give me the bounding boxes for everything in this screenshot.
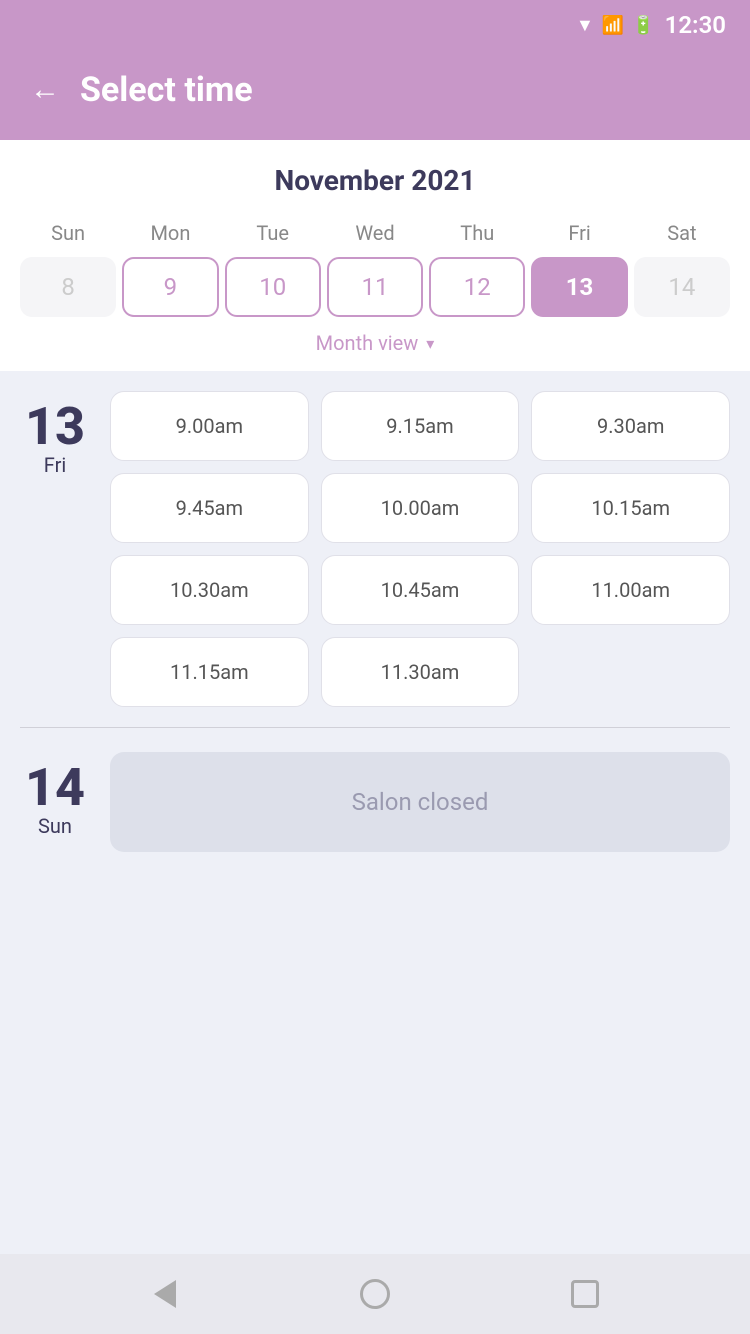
month-view-label: Month view <box>316 331 419 355</box>
status-bar: ▼ 📶 🔋 12:30 <box>0 0 750 50</box>
recents-nav-icon <box>571 1280 599 1308</box>
battery-icon: 🔋 <box>632 15 654 36</box>
time-slot-900am[interactable]: 9.00am <box>110 391 309 461</box>
nav-home-button[interactable] <box>350 1269 400 1319</box>
day-name-14: Sun <box>38 814 72 838</box>
day-label-13: 13 Fri <box>20 391 90 707</box>
bottom-nav <box>0 1254 750 1334</box>
wifi-icon: ▼ <box>576 15 594 36</box>
day-cell-11[interactable]: 11 <box>327 257 423 317</box>
day-header-sun: Sun <box>20 215 116 251</box>
time-section: 13 Fri 9.00am 9.15am 9.30am 9.45am 10.00… <box>0 371 750 1254</box>
calendar-section: November 2021 Sun Mon Tue Wed Thu Fri Sa… <box>0 140 750 371</box>
month-view-toggle[interactable]: Month view ▾ <box>20 331 730 355</box>
day-cell-13[interactable]: 13 <box>531 257 627 317</box>
calendar-grid: Sun Mon Tue Wed Thu Fri Sat 8 9 10 11 12… <box>20 215 730 317</box>
day-header-sat: Sat <box>634 215 730 251</box>
home-nav-icon <box>360 1279 390 1309</box>
month-year-title: November 2021 <box>20 164 730 197</box>
day-number-14: 14 <box>25 762 85 814</box>
time-slot-1100am[interactable]: 11.00am <box>531 555 730 625</box>
day-separator <box>20 727 730 728</box>
day-label-14: 14 Sun <box>20 752 90 852</box>
header: ← Select time <box>0 50 750 140</box>
time-slot-1115am[interactable]: 11.15am <box>110 637 309 707</box>
time-slot-1015am[interactable]: 10.15am <box>531 473 730 543</box>
nav-recents-button[interactable] <box>560 1269 610 1319</box>
time-slot-930am[interactable]: 9.30am <box>531 391 730 461</box>
back-nav-icon <box>154 1280 176 1308</box>
time-slot-1000am[interactable]: 10.00am <box>321 473 520 543</box>
chevron-down-icon: ▾ <box>426 334 434 353</box>
day-cell-8[interactable]: 8 <box>20 257 116 317</box>
day-number-13: 13 <box>25 401 85 453</box>
time-slots-grid-13: 9.00am 9.15am 9.30am 9.45am 10.00am 10.1… <box>110 391 730 707</box>
day-block-14: 14 Sun Salon closed <box>20 752 730 852</box>
salon-closed-label: Salon closed <box>110 752 730 852</box>
day-header-fri: Fri <box>531 215 627 251</box>
day-name-13: Fri <box>44 453 66 477</box>
back-button[interactable]: ← <box>30 73 60 107</box>
status-icons: ▼ 📶 🔋 <box>576 15 655 36</box>
page-title: Select time <box>80 70 253 110</box>
nav-back-button[interactable] <box>140 1269 190 1319</box>
time-slot-1030am[interactable]: 10.30am <box>110 555 309 625</box>
day-cell-9[interactable]: 9 <box>122 257 218 317</box>
day-header-tue: Tue <box>225 215 321 251</box>
day-cell-14[interactable]: 14 <box>634 257 730 317</box>
day-cell-10[interactable]: 10 <box>225 257 321 317</box>
status-time: 12:30 <box>665 11 726 39</box>
day-block-13: 13 Fri 9.00am 9.15am 9.30am 9.45am 10.00… <box>20 391 730 707</box>
time-slot-1130am[interactable]: 11.30am <box>321 637 520 707</box>
time-slot-945am[interactable]: 9.45am <box>110 473 309 543</box>
time-slot-1045am[interactable]: 10.45am <box>321 555 520 625</box>
time-slot-915am[interactable]: 9.15am <box>321 391 520 461</box>
day-header-thu: Thu <box>429 215 525 251</box>
day-header-wed: Wed <box>327 215 423 251</box>
day-header-mon: Mon <box>122 215 218 251</box>
day-cell-12[interactable]: 12 <box>429 257 525 317</box>
signal-icon: 📶 <box>602 15 624 36</box>
